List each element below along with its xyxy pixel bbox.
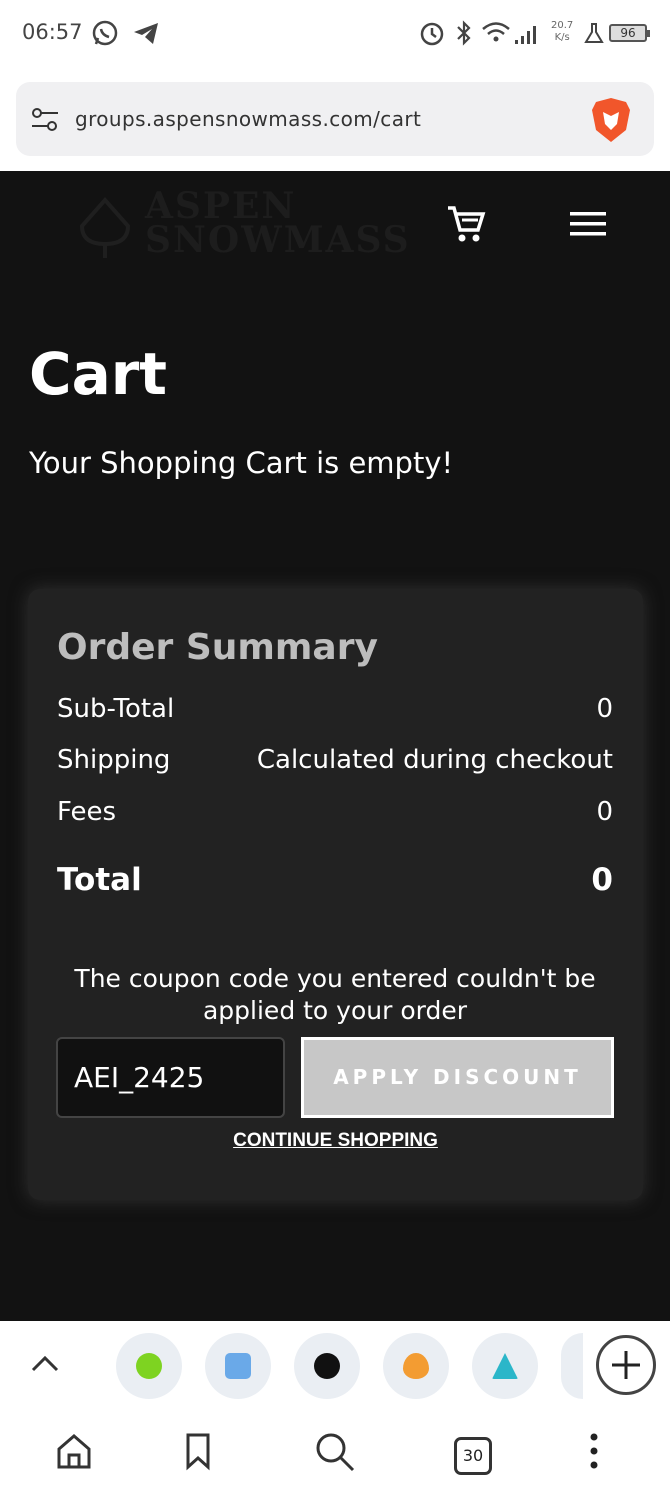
favorite-site-4[interactable]	[383, 1333, 449, 1399]
url-text[interactable]: groups.aspensnowmass.com/cart	[75, 107, 421, 131]
more-options-icon[interactable]	[586, 1431, 602, 1471]
subtotal-label: Sub-Total	[57, 694, 175, 724]
status-bar: 06:57 20.7 K/s 96	[0, 0, 670, 70]
search-icon[interactable]	[314, 1431, 356, 1473]
shipping-value: Calculated during checkout	[256, 745, 613, 775]
summary-row-total: Total 0	[57, 862, 613, 902]
wifi-signal-icon	[482, 22, 536, 44]
bluetooth-icon	[457, 20, 471, 46]
shipping-label: Shipping	[57, 745, 171, 775]
favorite-site-6-partial[interactable]	[561, 1333, 583, 1399]
speed-unit: K/s	[554, 32, 570, 43]
fees-label: Fees	[57, 797, 117, 827]
logo-line-2: SNOWMASS	[145, 219, 411, 261]
chevron-up-icon[interactable]	[30, 1353, 60, 1373]
fees-value: 0	[596, 797, 613, 827]
alarm-icon	[420, 22, 444, 46]
favorite-site-5[interactable]	[472, 1333, 538, 1399]
aspen-leaf-logo-icon[interactable]	[76, 196, 134, 260]
globe-icon	[314, 1353, 340, 1379]
tab-switcher-button[interactable]: 30	[454, 1437, 492, 1475]
bookmark-icon[interactable]	[184, 1431, 212, 1471]
site-2-icon	[225, 1353, 251, 1379]
flask-icon	[584, 23, 604, 43]
speed-value: 20.7	[551, 20, 574, 31]
add-shortcut-button[interactable]	[596, 1335, 656, 1395]
flame-icon	[403, 1353, 429, 1379]
favorite-site-2[interactable]	[205, 1333, 271, 1399]
hamburger-menu-icon[interactable]	[570, 211, 606, 237]
apply-discount-button[interactable]: APPLY DISCOUNT	[301, 1037, 614, 1118]
continue-shopping-link[interactable]: CONTINUE SHOPPING	[28, 1130, 643, 1152]
site-1-icon	[136, 1353, 162, 1379]
battery-indicator: 96	[609, 24, 650, 42]
address-bar[interactable]: groups.aspensnowmass.com/cart	[16, 82, 654, 156]
favorite-site-1[interactable]	[116, 1333, 182, 1399]
network-speed: 20.7 K/s	[551, 20, 573, 44]
order-summary-title: Order Summary	[57, 627, 378, 668]
brave-shield-icon[interactable]	[590, 96, 632, 144]
order-summary-card: Order Summary Sub-Total 0 Shipping Calcu…	[28, 589, 643, 1200]
logo-line-1: ASPEN	[145, 185, 297, 227]
whatsapp-icon	[92, 20, 118, 46]
summary-row-shipping: Shipping Calculated during checkout	[57, 745, 613, 785]
site-header: ASPEN SNOWMASS	[0, 171, 670, 281]
home-icon[interactable]	[55, 1431, 93, 1471]
tent-icon	[492, 1353, 518, 1379]
summary-row-subtotal: Sub-Total 0	[57, 694, 613, 734]
cart-icon[interactable]	[446, 204, 486, 244]
summary-row-fees: Fees 0	[57, 797, 613, 837]
browser-bottom-bar: 30	[0, 1321, 670, 1500]
total-label: Total	[57, 862, 142, 898]
browser-toolbar: groups.aspensnowmass.com/cart	[0, 70, 670, 171]
coupon-error-message: The coupon code you entered couldn't be …	[74, 964, 596, 1025]
page-title: Cart	[29, 340, 168, 408]
coupon-code-input[interactable]: AEI_2425	[56, 1037, 285, 1118]
status-time: 06:57	[22, 20, 83, 44]
favorite-site-3[interactable]	[294, 1333, 360, 1399]
plus-icon	[612, 1351, 640, 1379]
site-logo[interactable]: ASPEN SNOWMASS	[145, 185, 411, 261]
empty-cart-message: Your Shopping Cart is empty!	[29, 446, 454, 480]
subtotal-value: 0	[596, 694, 613, 724]
total-value: 0	[591, 862, 613, 898]
site-settings-icon[interactable]	[30, 105, 60, 135]
telegram-icon	[134, 23, 158, 44]
